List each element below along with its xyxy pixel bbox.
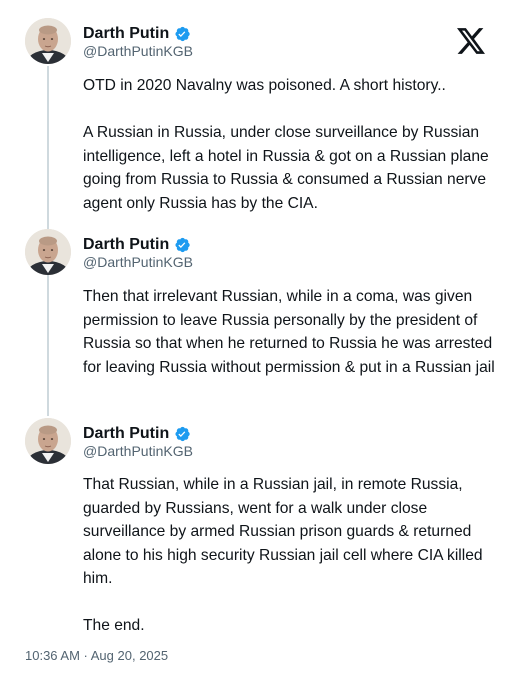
author-handle[interactable]: @DarthPutinKGB xyxy=(83,254,193,270)
author-name[interactable]: Darth Putin xyxy=(83,425,169,443)
author-name[interactable]: Darth Putin xyxy=(83,236,169,254)
avatar[interactable] xyxy=(25,18,71,64)
x-logo-icon xyxy=(457,28,485,54)
post-timestamp[interactable]: 10:36 AM · Aug 20, 2025 xyxy=(25,648,168,663)
author-handle[interactable]: @DarthPutinKGB xyxy=(83,43,193,59)
author-name[interactable]: Darth Putin xyxy=(83,25,169,43)
tweet-text: OTD in 2020 Navalny was poisoned. A shor… xyxy=(83,77,489,212)
verified-badge-icon xyxy=(173,425,191,443)
verified-badge-icon xyxy=(173,236,191,254)
avatar[interactable] xyxy=(25,418,71,464)
tweet-text: Then that irrelevant Russian, while in a… xyxy=(83,288,495,376)
author-handle[interactable]: @DarthPutinKGB xyxy=(83,443,193,459)
avatar[interactable] xyxy=(25,229,71,275)
tweet-text: That Russian, while in a Russian jail, i… xyxy=(83,476,483,634)
verified-badge-icon xyxy=(173,25,191,43)
